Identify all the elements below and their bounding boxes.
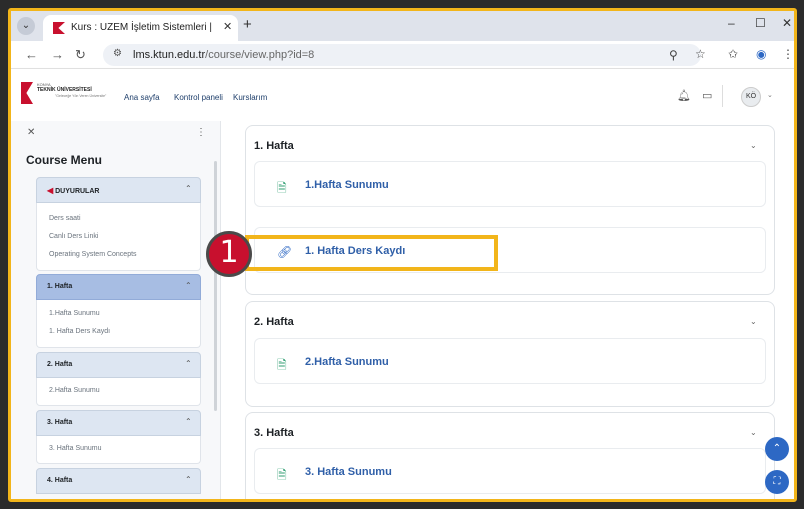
chevron-down-icon[interactable]: ⌄ bbox=[750, 141, 757, 150]
chevron-up-icon[interactable]: ⌃ bbox=[185, 281, 192, 290]
avatar[interactable]: KÖ bbox=[741, 87, 761, 107]
callout-highlight bbox=[245, 235, 498, 271]
drawer-item-os-concepts[interactable]: Operating System Concepts bbox=[49, 251, 137, 258]
activity-label[interactable]: 1.Hafta Sunumu bbox=[305, 179, 389, 191]
activity-week1-slides[interactable]: 🗎︎ 1.Hafta Sunumu bbox=[254, 161, 766, 207]
logo-name: TEKNİK ÜNİVERSİTESİ bbox=[37, 87, 92, 93]
callout-number-badge: 1 bbox=[206, 231, 252, 277]
section-title[interactable]: 2. Hafta bbox=[254, 316, 294, 328]
logo-tagline: "Geleceğe Yön Veren Üniversite" bbox=[55, 94, 107, 98]
university-logo[interactable]: KONYA TEKNİK ÜNİVERSİTESİ "Geleceğe Yön … bbox=[37, 83, 106, 99]
tab-title: Kurs : UZEM İşletim Sistemleri | bbox=[71, 22, 212, 33]
megaphone-icon: ◀ bbox=[47, 186, 54, 195]
drawer-options-icon[interactable]: ⋮ bbox=[196, 127, 206, 138]
url-text: lms.ktun.edu.tr/course/view.php?id=8 bbox=[133, 49, 314, 61]
zoom-icon[interactable]: ⚲ bbox=[669, 48, 678, 62]
chevron-down-icon[interactable]: ⌄ bbox=[750, 317, 757, 326]
drawer-section-week-3[interactable]: 3. Hafta ⌃ bbox=[36, 410, 201, 436]
drawer-section-week-2[interactable]: 2. Hafta ⌃ bbox=[36, 352, 201, 378]
drawer-scrollbar[interactable] bbox=[214, 161, 217, 411]
drawer-section-week-1[interactable]: 1. Hafta ⌃ bbox=[36, 274, 201, 300]
course-drawer: ✕ ⋮ Course Menu ◀ DUYURULAR ⌃ Ders saati… bbox=[11, 121, 221, 499]
bookmarks-icon[interactable]: ✩ bbox=[728, 47, 738, 61]
week-section-3: 3. Hafta ⌄ 🗎︎ 3. Hafta Sunumu bbox=[245, 412, 775, 499]
user-menu-chevron-icon[interactable]: ⌄ bbox=[767, 91, 773, 99]
university-logo-icon[interactable] bbox=[21, 82, 33, 104]
back-icon[interactable]: ← bbox=[25, 47, 38, 62]
profile-icon[interactable]: ◉ bbox=[756, 47, 766, 61]
section-label: 1. Hafta bbox=[47, 283, 73, 290]
drawer-item-week3-slides[interactable]: 3. Hafta Sunumu bbox=[49, 445, 102, 452]
tab-strip: ⌄ Kurs : UZEM İşletim Sistemleri | ✕ + –… bbox=[11, 11, 794, 41]
maximize-icon[interactable]: ☐ bbox=[755, 16, 766, 30]
chevron-up-icon[interactable]: ⌃ bbox=[185, 475, 192, 484]
activity-week2-slides[interactable]: 🗎︎ 2.Hafta Sunumu bbox=[254, 338, 766, 384]
url-field[interactable]: ⚙ lms.ktun.edu.tr/course/view.php?id=8 ⚲ bbox=[103, 44, 701, 66]
nav-my-courses[interactable]: Kurslarım bbox=[233, 93, 267, 102]
drawer-item-ders-saati[interactable]: Ders saati bbox=[49, 215, 81, 222]
close-window-icon[interactable]: ✕ bbox=[782, 16, 792, 30]
course-content: 1. Hafta ⌄ 🗎︎ 1.Hafta Sunumu 🔗︎ 1. Hafta… bbox=[221, 121, 794, 499]
drawer-item-week2-slides[interactable]: 2.Hafta Sunumu bbox=[49, 387, 100, 394]
activity-label[interactable]: 3. Hafta Sunumu bbox=[305, 466, 392, 478]
minimize-icon[interactable]: – bbox=[728, 16, 735, 30]
site-info-icon[interactable]: ⚙ bbox=[113, 48, 122, 59]
chevron-down-icon[interactable]: ⌄ bbox=[750, 428, 757, 437]
file-icon: 🗎︎ bbox=[277, 181, 287, 195]
header-divider bbox=[722, 85, 723, 107]
drawer-section-week-4[interactable]: 4. Hafta ⌃ bbox=[36, 468, 201, 494]
section-label: 3. Hafta bbox=[47, 419, 73, 426]
section-label: ◀ DUYURULAR bbox=[47, 186, 99, 195]
nav-home[interactable]: Ana sayfa bbox=[124, 93, 160, 102]
notification-bell-icon[interactable]: 🔔︎ bbox=[677, 89, 691, 102]
drawer-item-canli-ders[interactable]: Canlı Ders Linki bbox=[49, 233, 98, 240]
section-label: 4. Hafta bbox=[47, 477, 73, 484]
activity-week3-slides[interactable]: 🗎︎ 3. Hafta Sunumu bbox=[254, 448, 766, 494]
section-label-text: DUYURULAR bbox=[55, 188, 100, 195]
messages-icon[interactable]: ▭ bbox=[702, 89, 712, 102]
section-items: 3. Hafta Sunumu bbox=[36, 436, 201, 464]
file-icon: 🗎︎ bbox=[277, 468, 287, 482]
file-icon: 🗎︎ bbox=[277, 358, 287, 372]
drawer-item-week1-slides[interactable]: 1.Hafta Sunumu bbox=[49, 310, 100, 317]
drawer-item-week1-recording[interactable]: 1. Hafta Ders Kaydı bbox=[49, 328, 110, 335]
url-path: /course/view.php?id=8 bbox=[205, 49, 315, 61]
fullscreen-button[interactable]: ⛶ bbox=[765, 470, 789, 494]
forward-icon[interactable]: → bbox=[51, 47, 64, 62]
browser-tab[interactable]: Kurs : UZEM İşletim Sistemleri | ✕ bbox=[43, 15, 238, 41]
address-bar-row: ← → ↻ ⚙ lms.ktun.edu.tr/course/view.php?… bbox=[11, 41, 794, 69]
new-tab-icon[interactable]: + bbox=[243, 16, 252, 33]
section-items: Ders saati Canlı Ders Linki Operating Sy… bbox=[36, 203, 201, 271]
activity-label[interactable]: 2.Hafta Sunumu bbox=[305, 356, 389, 368]
browser-menu-icon[interactable]: ⋮ bbox=[782, 47, 794, 61]
section-label: 2. Hafta bbox=[47, 361, 73, 368]
back-to-top-button[interactable]: ⌃ bbox=[765, 437, 789, 461]
nav-dashboard[interactable]: Kontrol paneli bbox=[174, 93, 223, 102]
section-title[interactable]: 1. Hafta bbox=[254, 140, 294, 152]
reload-icon[interactable]: ↻ bbox=[75, 47, 86, 63]
chevron-up-icon[interactable]: ⌃ bbox=[185, 359, 192, 368]
week-section-2: 2. Hafta ⌄ 🗎︎ 2.Hafta Sunumu bbox=[245, 301, 775, 407]
tab-search-icon[interactable]: ⌄ bbox=[17, 17, 35, 35]
tab-close-icon[interactable]: ✕ bbox=[223, 20, 232, 33]
url-host: lms.ktun.edu.tr bbox=[133, 49, 206, 61]
drawer-title: Course Menu bbox=[26, 153, 103, 167]
section-items: 2.Hafta Sunumu bbox=[36, 378, 201, 406]
chevron-up-icon[interactable]: ⌃ bbox=[185, 417, 192, 426]
bookmark-star-icon[interactable]: ☆ bbox=[695, 47, 706, 61]
drawer-section-duyurular[interactable]: ◀ DUYURULAR ⌃ bbox=[36, 177, 201, 203]
favicon-icon bbox=[53, 22, 65, 34]
section-title[interactable]: 3. Hafta bbox=[254, 427, 294, 439]
section-items: 1.Hafta Sunumu 1. Hafta Ders Kaydı bbox=[36, 300, 201, 348]
drawer-close-icon[interactable]: ✕ bbox=[27, 127, 35, 138]
chevron-up-icon[interactable]: ⌃ bbox=[185, 184, 192, 193]
site-header: KONYA TEKNİK ÜNİVERSİTESİ "Geleceğe Yön … bbox=[11, 69, 794, 121]
